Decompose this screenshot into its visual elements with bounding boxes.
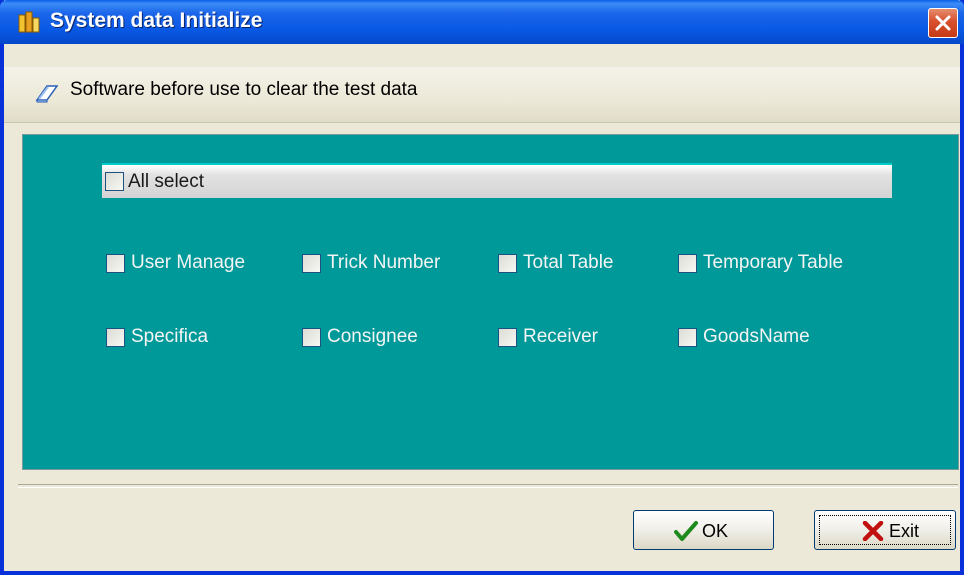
checkbox-trick-number[interactable]: Trick Number <box>302 252 482 276</box>
header-description: Software before use to clear the test da… <box>70 79 418 100</box>
checkbox-label: Consignee <box>327 326 418 347</box>
eraser-icon <box>35 85 59 103</box>
all-select-label: All select <box>128 171 205 192</box>
exit-button-label: Exit <box>889 521 920 541</box>
x-icon <box>862 521 884 541</box>
checkbox-temporary-table[interactable]: Temporary Table <box>678 252 888 276</box>
header-band: Software before use to clear the test da… <box>4 67 960 123</box>
checkbox-box[interactable] <box>106 254 125 273</box>
checkbox-box[interactable] <box>678 328 697 347</box>
checkbox-total-table[interactable]: Total Table <box>498 252 668 276</box>
checkbox-box[interactable] <box>302 328 321 347</box>
focus-rect <box>819 515 951 545</box>
checkbox-label: User Manage <box>131 252 246 273</box>
checkbox-receiver[interactable]: Receiver <box>498 326 668 350</box>
options-panel: All select User Manage Trick Number Tota… <box>22 134 959 470</box>
app-icon <box>18 11 40 33</box>
checkmark-icon <box>674 521 698 541</box>
checkbox-box[interactable] <box>106 328 125 347</box>
exit-button[interactable]: Exit <box>814 510 956 550</box>
separator <box>18 484 958 488</box>
checkbox-label: Temporary Table <box>703 252 844 273</box>
close-icon <box>935 15 951 31</box>
checkbox-label: Trick Number <box>327 252 441 273</box>
title-bar[interactable]: System data Initialize <box>0 0 964 44</box>
close-button[interactable] <box>928 8 958 38</box>
checkbox-consignee[interactable]: Consignee <box>302 326 482 350</box>
checkbox-label: Specifica <box>131 326 209 347</box>
ok-button[interactable]: OK <box>633 510 774 550</box>
checkbox-box[interactable] <box>498 254 517 273</box>
checkbox-label: Receiver <box>523 326 598 347</box>
checkbox-label: Total Table <box>523 252 614 273</box>
checkbox-box[interactable] <box>678 254 697 273</box>
checkbox-box[interactable] <box>498 328 517 347</box>
checkbox-label: GoodsName <box>703 326 810 347</box>
dialog-window: System data Initialize Software before u… <box>0 0 964 575</box>
checkbox-specifica[interactable]: Specifica <box>106 326 286 350</box>
checkbox-goodsname[interactable]: GoodsName <box>678 326 888 350</box>
ok-button-label: OK <box>702 521 729 541</box>
window-title: System data Initialize <box>50 9 263 32</box>
checkbox-box[interactable] <box>302 254 321 273</box>
all-select-checkbox[interactable]: All select <box>102 163 892 198</box>
checkbox-user-manage[interactable]: User Manage <box>106 252 286 276</box>
all-select-box[interactable] <box>105 172 124 191</box>
